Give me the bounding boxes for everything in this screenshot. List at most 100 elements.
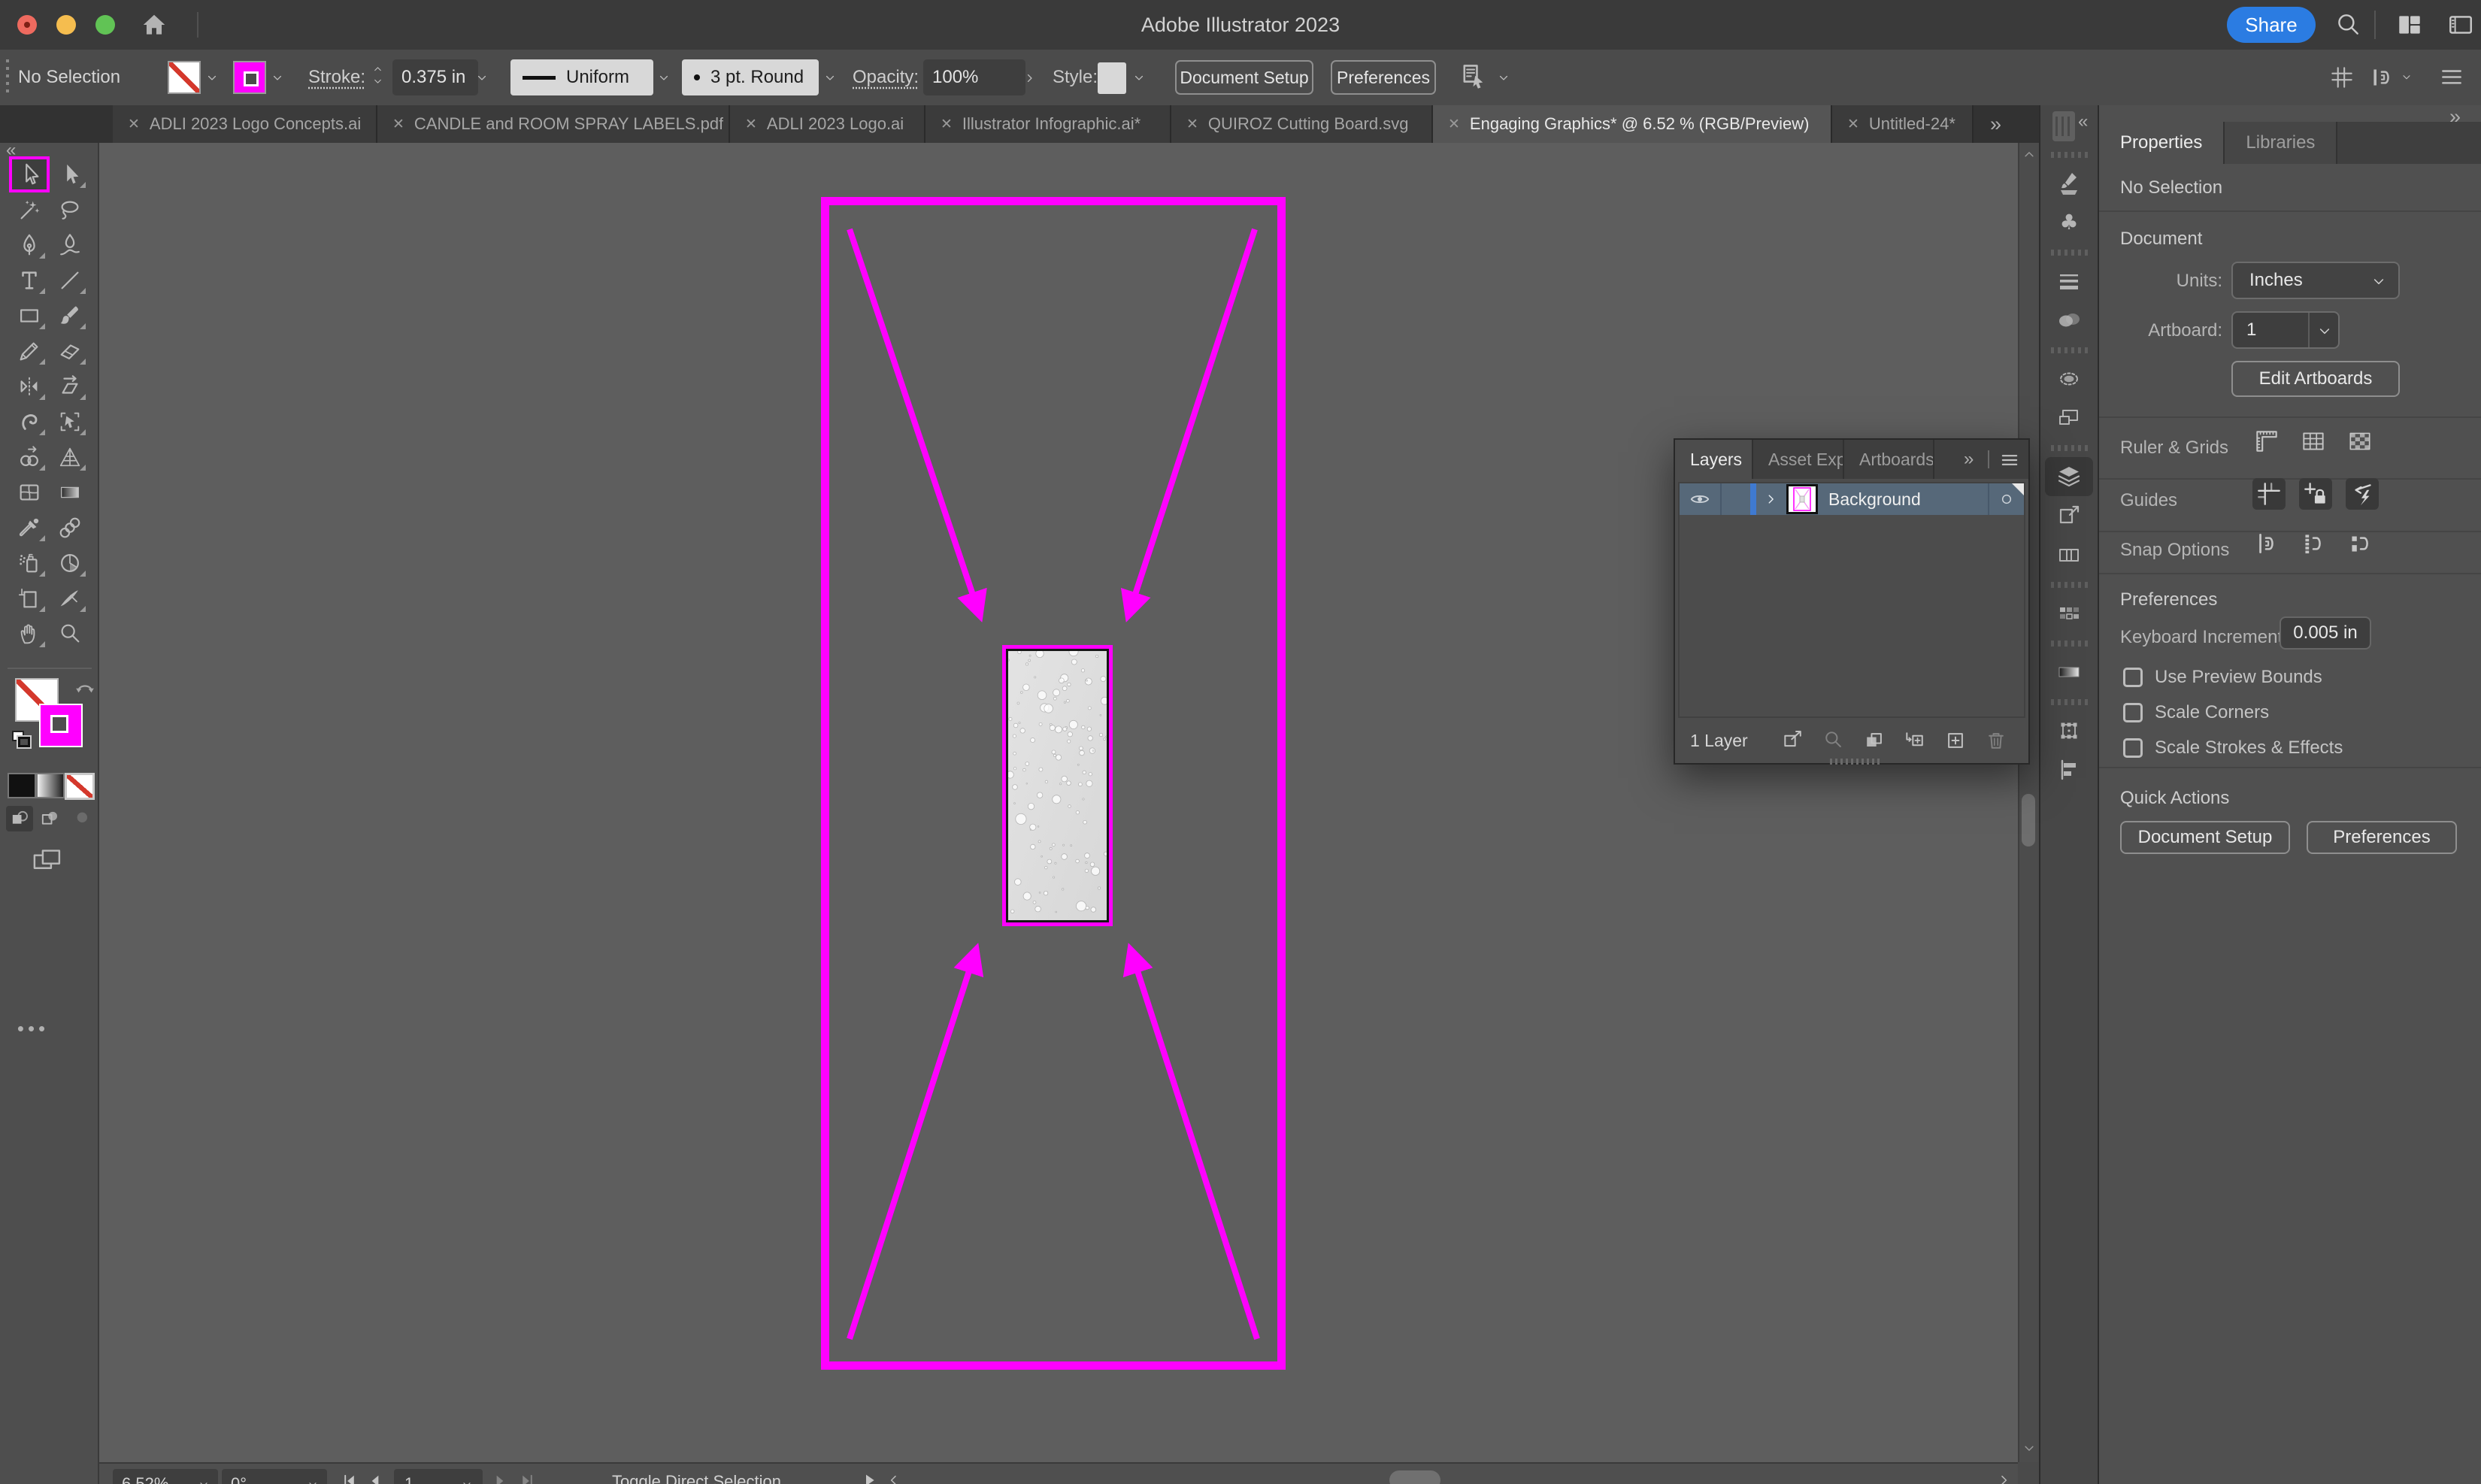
layer-expand-icon[interactable] bbox=[1756, 491, 1786, 507]
snap-options-icon[interactable] bbox=[2368, 63, 2397, 92]
draw-inside-mode-button[interactable] bbox=[66, 806, 93, 831]
doc-arrange-icon[interactable] bbox=[1459, 62, 1489, 92]
document-tab-4[interactable]: ✕Illustrator Infographic.ai* bbox=[925, 105, 1171, 143]
width-tool[interactable] bbox=[12, 407, 47, 437]
mesh-tool[interactable] bbox=[12, 477, 47, 507]
stroke-weight-chevron-icon[interactable] bbox=[474, 71, 489, 86]
layers-tab-asset-export[interactable]: Asset Export bbox=[1753, 440, 1844, 479]
next-artboard-prop-icon[interactable] bbox=[2394, 320, 2413, 340]
tab-close-icon[interactable]: ✕ bbox=[1186, 116, 1198, 133]
edit-toolbar-icon[interactable]: ••• bbox=[11, 1021, 56, 1036]
artboards-panel-icon[interactable] bbox=[2040, 398, 2098, 438]
share-button[interactable]: Share bbox=[2227, 7, 2316, 43]
canvas[interactable] bbox=[99, 143, 2018, 1462]
snap-grid-icon[interactable] bbox=[2299, 529, 2328, 558]
paintbrush-tool[interactable] bbox=[53, 301, 87, 331]
swap-fill-stroke-icon[interactable] bbox=[72, 677, 98, 702]
layers-tab-artboards[interactable]: Artboards bbox=[1844, 440, 1934, 479]
document-tab-2[interactable]: ✕CANDLE and ROOM SPRAY LABELS.pdf bbox=[377, 105, 730, 143]
document-tab-1[interactable]: ✕ADLI 2023 Logo Concepts.ai bbox=[113, 105, 377, 143]
appearance-panel-icon[interactable] bbox=[2040, 359, 2098, 398]
layers-menu-icon[interactable] bbox=[1998, 449, 2021, 471]
gradient-tool[interactable] bbox=[53, 477, 87, 507]
scroll-right-icon[interactable] bbox=[1995, 1471, 2013, 1484]
snap-options-chevron-icon[interactable] bbox=[2400, 71, 2413, 84]
dock-group-grip[interactable] bbox=[2051, 445, 2089, 451]
toolbar-collapse-icon[interactable]: « bbox=[6, 140, 16, 161]
opacity-label[interactable]: Opacity: bbox=[853, 50, 919, 105]
eraser-tool[interactable] bbox=[53, 336, 87, 366]
units-select[interactable]: Inches bbox=[2231, 262, 2400, 299]
dock-group-grip[interactable] bbox=[2051, 699, 2089, 705]
show-grid-icon[interactable] bbox=[2328, 63, 2356, 92]
opacity-field[interactable]: 100% bbox=[923, 59, 1025, 95]
panel-resize-grip[interactable] bbox=[1830, 759, 1880, 765]
direct-selection-tool[interactable] bbox=[53, 159, 87, 189]
first-artboard-icon[interactable] bbox=[340, 1471, 359, 1484]
document-setup-button[interactable]: Document Setup bbox=[1175, 60, 1313, 95]
opacity-expand-icon[interactable] bbox=[1022, 71, 1038, 86]
guides-icon[interactable] bbox=[2252, 478, 2286, 510]
layers-tab-layers[interactable]: Layers bbox=[1675, 440, 1753, 479]
magic-wand-tool[interactable] bbox=[12, 195, 47, 225]
snap-point-icon[interactable] bbox=[2252, 529, 2281, 558]
fill-chevron-icon[interactable] bbox=[204, 71, 220, 86]
scroll-up-icon[interactable] bbox=[2021, 146, 2037, 162]
stroke-stepper[interactable] bbox=[371, 62, 384, 88]
type-tool[interactable] bbox=[12, 265, 47, 295]
panel-toggle-icon[interactable] bbox=[2446, 11, 2475, 39]
tab-libraries[interactable]: Libraries bbox=[2225, 122, 2337, 164]
ruler-icon[interactable] bbox=[2252, 427, 2281, 456]
tab-properties[interactable]: Properties bbox=[2099, 122, 2225, 164]
style-chevron-icon[interactable] bbox=[1131, 71, 1147, 86]
zoom-chevron-icon[interactable] bbox=[197, 1478, 211, 1484]
draw-normal-mode-button[interactable] bbox=[6, 806, 33, 831]
gradient-panel-icon[interactable] bbox=[2040, 653, 2098, 692]
new-layer-icon[interactable] bbox=[1943, 728, 1968, 753]
tab-close-icon[interactable]: ✕ bbox=[941, 116, 953, 133]
fill-swatch[interactable] bbox=[168, 61, 201, 94]
blend-tool[interactable] bbox=[53, 513, 87, 543]
rectangle-tool[interactable] bbox=[12, 301, 47, 331]
dock-group-grip[interactable] bbox=[2051, 250, 2089, 256]
layer-name[interactable]: Background bbox=[1818, 489, 1988, 510]
doc-arrange-chevron-icon[interactable] bbox=[1496, 71, 1511, 86]
layer-thumbnail[interactable] bbox=[1786, 484, 1818, 514]
last-artboard-icon[interactable] bbox=[517, 1471, 537, 1484]
artboard-select[interactable]: 1 bbox=[2231, 311, 2340, 349]
dock-group-grip[interactable] bbox=[2051, 641, 2089, 647]
scroll-left-icon[interactable] bbox=[884, 1471, 902, 1484]
keyboard-increment-field[interactable]: 0.005 in bbox=[2280, 616, 2371, 650]
workspace-switcher-icon[interactable] bbox=[2395, 11, 2424, 39]
curvature-tool[interactable] bbox=[53, 230, 87, 260]
tab-close-icon[interactable]: ✕ bbox=[128, 116, 140, 133]
stroke-proxy[interactable] bbox=[39, 704, 83, 747]
checkbox-scale-corners[interactable] bbox=[2123, 703, 2143, 722]
scroll-down-icon[interactable] bbox=[2021, 1440, 2037, 1457]
dock-group-grip[interactable] bbox=[2051, 152, 2089, 158]
transparency-panel-icon[interactable] bbox=[2040, 301, 2098, 340]
qa-preferences-button[interactable]: Preferences bbox=[2307, 821, 2457, 854]
smart-guides-icon[interactable] bbox=[2346, 478, 2379, 510]
stroke-chevron-icon[interactable] bbox=[270, 71, 285, 86]
symbols-panel-icon[interactable]: ♣ bbox=[2040, 203, 2098, 242]
line-segment-tool[interactable] bbox=[53, 265, 87, 295]
tab-overflow-icon[interactable]: » bbox=[1974, 105, 2001, 143]
align-panel-icon[interactable] bbox=[2040, 750, 2098, 789]
pencil-tool[interactable] bbox=[12, 336, 47, 366]
controlbar-grip[interactable] bbox=[6, 59, 9, 95]
tab-close-icon[interactable]: ✕ bbox=[1448, 116, 1460, 133]
symbol-sprayer-tool[interactable] bbox=[12, 548, 47, 578]
brushes-panel-icon[interactable] bbox=[2040, 164, 2098, 203]
zoom-level-field[interactable]: 6.52% bbox=[113, 1469, 218, 1484]
make-mask-icon[interactable] bbox=[1862, 728, 1886, 753]
layer-visibility-icon[interactable] bbox=[1680, 488, 1720, 510]
perspective-grid-tool[interactable] bbox=[53, 442, 87, 472]
swatches-panel-icon[interactable] bbox=[2040, 594, 2098, 633]
prev-artboard-prop-icon[interactable] bbox=[2359, 320, 2379, 340]
stroke-swatch[interactable] bbox=[233, 61, 266, 94]
layers-overflow-icon[interactable]: » bbox=[1964, 449, 1974, 470]
preferences-button[interactable]: Preferences bbox=[1331, 60, 1436, 95]
width-profile-chevron-icon[interactable] bbox=[656, 71, 671, 86]
color-button[interactable] bbox=[8, 773, 36, 798]
